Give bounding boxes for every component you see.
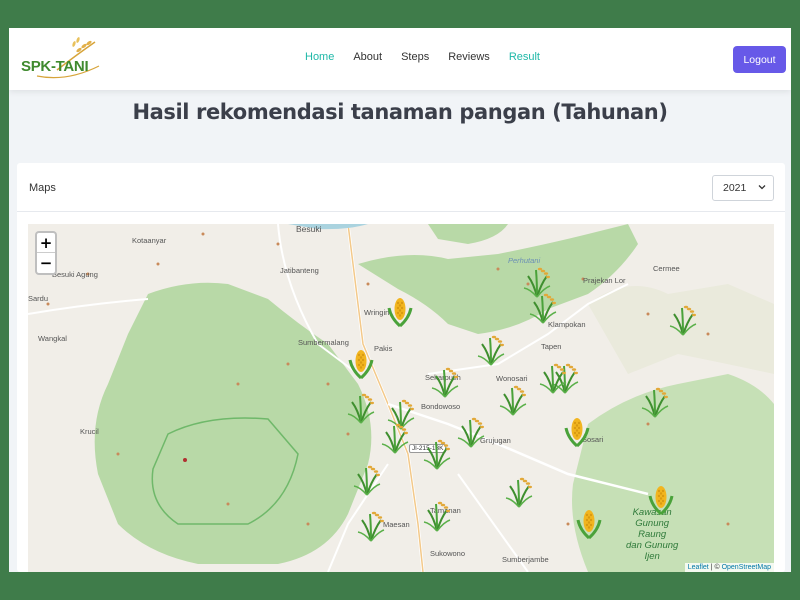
card-title: Maps — [29, 182, 56, 194]
rice-marker-icon[interactable] — [380, 420, 410, 454]
zoom-control: + − — [35, 231, 57, 275]
zoom-out-button[interactable]: − — [37, 253, 55, 273]
attribution-separator: | © — [708, 564, 722, 571]
place-label: Bondowoso — [421, 402, 461, 411]
logout-button[interactable]: Logout — [733, 46, 786, 73]
place-label: Kotaanyar — [132, 236, 167, 245]
place-label: Jatibanteng — [280, 266, 319, 275]
rice-marker-icon[interactable] — [430, 364, 460, 398]
place-label: Prajekan Lor — [583, 276, 626, 285]
corn-marker-icon[interactable] — [346, 346, 376, 380]
place-label: Tapen — [541, 342, 562, 351]
nav-link-about[interactable]: About — [353, 51, 382, 63]
leaflet-map[interactable]: Besuki Kotaanyar Jatibanteng Besuki Agun… — [28, 224, 774, 572]
year-select[interactable]: 2021 — [712, 175, 774, 201]
rice-marker-icon[interactable] — [504, 474, 534, 508]
chevron-down-icon — [758, 185, 766, 190]
card-header: Maps 2021 — [17, 163, 785, 212]
place-label: Sardu — [28, 294, 49, 303]
corn-marker-icon[interactable] — [562, 414, 592, 448]
rice-marker-icon[interactable] — [356, 508, 386, 542]
map-attribution: Leaflet | © OpenStreetMap — [684, 563, 774, 572]
osm-link[interactable]: OpenStreetMap — [722, 564, 771, 571]
place-label: Besuki Agung — [52, 270, 98, 279]
maps-card: Maps 2021 Besuki Kotaanyar Jatibanteng B… — [17, 163, 785, 572]
place-label: Krucil — [80, 427, 99, 436]
rice-marker-icon[interactable] — [352, 462, 382, 496]
zoom-in-button[interactable]: + — [37, 233, 55, 253]
rice-marker-icon[interactable] — [538, 360, 568, 394]
place-label: Besuki — [296, 224, 322, 234]
nav-links: Home About Steps Reviews Result — [305, 51, 559, 63]
leaflet-link[interactable]: Leaflet — [688, 564, 709, 571]
year-select-value: 2021 — [723, 182, 747, 194]
rice-marker-icon[interactable] — [346, 390, 376, 424]
corn-marker-icon[interactable] — [574, 506, 604, 540]
browser-viewport: SPK-TANI Home About Steps Reviews Result… — [9, 28, 791, 572]
corn-marker-icon[interactable] — [385, 294, 415, 328]
rice-marker-icon[interactable] — [422, 436, 452, 470]
top-navbar: SPK-TANI Home About Steps Reviews Result… — [9, 28, 791, 90]
nav-link-home[interactable]: Home — [305, 51, 334, 63]
logo[interactable]: SPK-TANI — [17, 36, 103, 82]
place-label: Cermee — [653, 264, 680, 273]
place-label: Wangkal — [38, 334, 67, 343]
logo-text: SPK-TANI — [21, 58, 89, 75]
nav-link-steps[interactable]: Steps — [401, 51, 429, 63]
nav-link-result[interactable]: Result — [509, 51, 540, 63]
rice-marker-icon[interactable] — [422, 498, 452, 532]
rice-marker-icon[interactable] — [668, 302, 698, 336]
place-label: Sumberjambe — [502, 555, 549, 564]
place-label: Sukowono — [430, 549, 466, 558]
rice-marker-icon[interactable] — [456, 414, 486, 448]
rice-marker-icon[interactable] — [498, 382, 528, 416]
place-label: Sumbermalang — [298, 338, 349, 347]
page-title: Hasil rekomendasi tanaman pangan (Tahuna… — [132, 100, 668, 124]
place-label: Maesan — [383, 520, 410, 529]
rice-marker-icon[interactable] — [528, 290, 558, 324]
rice-marker-icon[interactable] — [640, 384, 670, 418]
place-label: Pakis — [374, 344, 393, 353]
rice-marker-icon[interactable] — [476, 332, 506, 366]
nav-link-reviews[interactable]: Reviews — [448, 51, 490, 63]
corn-marker-icon[interactable] — [646, 482, 676, 516]
